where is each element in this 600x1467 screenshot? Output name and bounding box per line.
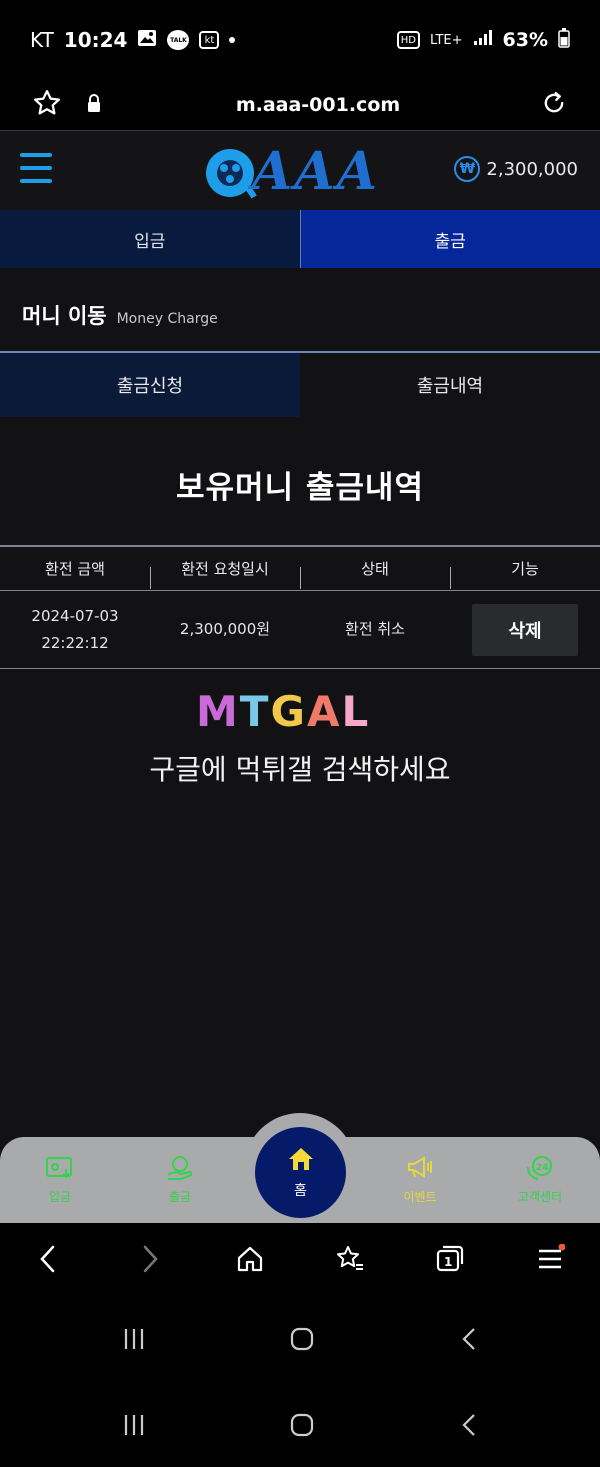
balance-display: ₩ 2,300,000 [454, 156, 578, 182]
browser-toolbar: 1 [0, 1223, 600, 1295]
page-heading: 보유머니 출금내역 [176, 470, 424, 506]
column-header-requested-at: 환전 요청일시 [150, 547, 300, 590]
section-title-en: Money Charge [116, 311, 218, 327]
section-title: 머니 이동 Money Charge [22, 300, 218, 330]
section-title-ko: 머니 이동 [22, 304, 107, 328]
notification-dot-icon [229, 37, 236, 43]
recent-apps-icon[interactable] [112, 1317, 156, 1361]
support-24-icon: 24 [525, 1155, 555, 1184]
table-header: 환전 금액 환전 요청일시 상태 기능 [0, 545, 600, 591]
talk-icon: TALK [167, 30, 190, 50]
column-header-status: 상태 [300, 547, 450, 590]
recent-apps-icon-secondary[interactable] [112, 1403, 156, 1447]
android-back-icon[interactable] [448, 1317, 492, 1361]
carrier-label: KT [30, 28, 54, 52]
withdraw-icon [165, 1155, 195, 1184]
lock-icon [86, 93, 102, 117]
battery-icon [558, 27, 570, 53]
home-icon [287, 1146, 315, 1176]
main-tabs: 입금 출금 [0, 210, 600, 268]
bookmark-star-icon[interactable] [32, 88, 62, 122]
tab-withdraw-request[interactable]: 출금신청 [0, 353, 300, 417]
network-label: LTE+ [430, 32, 463, 48]
column-header-action: 기능 [450, 547, 600, 590]
tab-deposit[interactable]: 입금 [0, 210, 300, 268]
url-bar: m.aaa-001.com [0, 80, 600, 130]
kt-icon: kt [199, 31, 220, 49]
menu-icon[interactable] [20, 153, 52, 187]
cell-status: 환전 취소 [345, 620, 405, 638]
bottom-nav-support-label: 고객센터 [517, 1190, 563, 1204]
android-nav-bar-secondary [0, 1381, 600, 1467]
bottom-nav-event[interactable]: 이벤트 [360, 1137, 480, 1223]
reload-icon[interactable] [540, 89, 568, 121]
site-header: AAA ₩ 2,300,000 [0, 130, 600, 210]
android-home-icon-secondary[interactable] [280, 1403, 324, 1447]
tabs-icon[interactable]: 1 [428, 1237, 472, 1281]
bottom-nav-support[interactable]: 24 고객센터 [480, 1137, 600, 1223]
withdraw-history-table: 환전 금액 환전 요청일시 상태 기능 2024-07-03 22:22:12 … [0, 545, 600, 669]
url-field[interactable]: m.aaa-001.com [102, 94, 540, 116]
forward-arrow-icon[interactable] [128, 1237, 172, 1281]
watermark-text: 구글에 먹튀갤 검색하세요 [149, 753, 451, 786]
logo-text: AAA [252, 141, 380, 202]
back-arrow-icon[interactable] [26, 1237, 70, 1281]
sub-tabs: 출금신청 출금내역 [0, 353, 600, 417]
svg-text:24: 24 [536, 1163, 549, 1173]
page: KT 10:24 TALK kt HD LTE+ 63% m.aaa-001.c… [0, 0, 600, 1467]
site-logo[interactable]: AAA [200, 143, 400, 201]
bottom-nav-deposit[interactable]: 입금 [0, 1137, 120, 1223]
signal-icon [473, 29, 493, 51]
android-home-icon[interactable] [280, 1317, 324, 1361]
clock: 10:24 [63, 28, 128, 52]
cell-time: 22:22:12 [41, 633, 109, 652]
cell-date: 2024-07-03 [31, 606, 119, 625]
column-header-amount: 환전 금액 [45, 560, 105, 578]
won-coin-icon: ₩ [454, 156, 481, 182]
watermark-logo: MTGAL [196, 690, 406, 734]
browser-menu-icon[interactable] [528, 1237, 572, 1281]
bottom-nav-home-label: 홈 [294, 1182, 307, 1199]
bottom-nav-deposit-label: 입금 [48, 1190, 72, 1204]
cell-action: 삭제 [450, 591, 600, 668]
bookmarks-star-icon[interactable] [328, 1237, 372, 1281]
delete-button[interactable]: 삭제 [472, 603, 578, 656]
tab-withdraw[interactable]: 출금 [299, 210, 600, 268]
cell-datetime: 2024-07-03 22:22:12 [0, 591, 150, 668]
cell-amount: 2,300,000원 [179, 620, 271, 638]
svg-text:1: 1 [444, 1255, 452, 1269]
bottom-nav-withdraw[interactable]: 출금 [120, 1137, 240, 1223]
browser-home-icon[interactable] [228, 1237, 272, 1281]
status-bar: KT 10:24 TALK kt HD LTE+ 63% [0, 0, 600, 80]
tab-withdraw-history[interactable]: 출금내역 [300, 353, 600, 417]
deposit-icon [45, 1155, 75, 1184]
watermark-logo-text: MTGAL [196, 687, 369, 736]
balance-amount: 2,300,000 [486, 158, 578, 180]
megaphone-icon [405, 1155, 435, 1184]
bottom-nav-withdraw-label: 출금 [168, 1190, 192, 1204]
android-nav-bar [0, 1295, 600, 1381]
battery-label: 63% [502, 29, 548, 51]
bottom-nav-home[interactable]: 홈 [255, 1127, 346, 1218]
gallery-icon [137, 28, 157, 52]
bottom-nav-event-label: 이벤트 [403, 1190, 437, 1204]
table-row: 2024-07-03 22:22:12 2,300,000원 환전 취소 삭제 [0, 591, 600, 669]
hd-icon: HD [396, 31, 421, 49]
android-back-icon-secondary[interactable] [448, 1403, 492, 1447]
